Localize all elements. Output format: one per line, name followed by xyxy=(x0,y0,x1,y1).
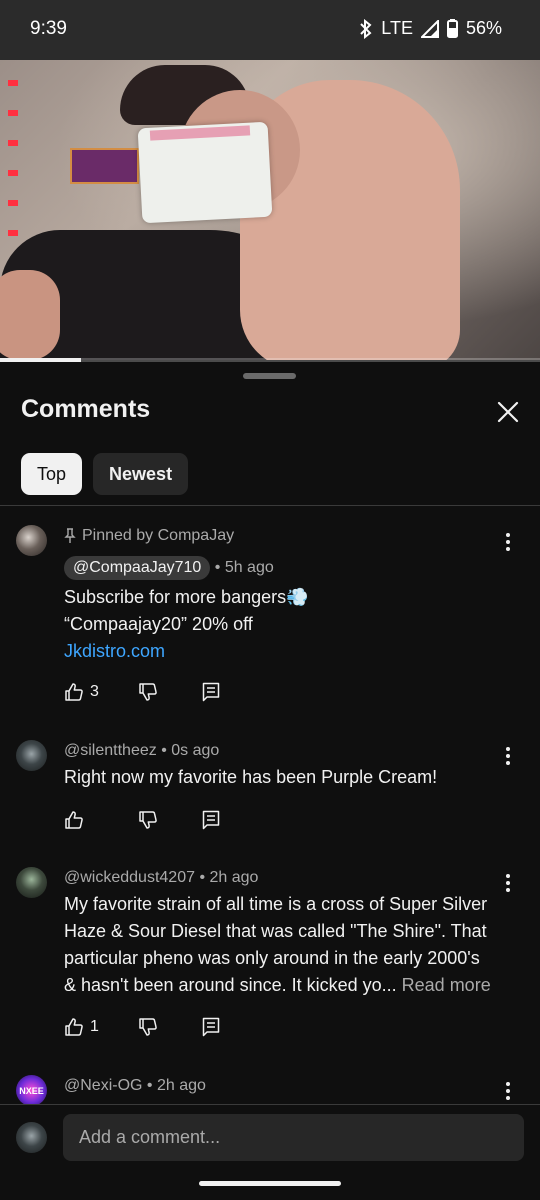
tab-top[interactable]: Top xyxy=(21,453,83,495)
comment-author-handle[interactable]: @wickeddust4207 xyxy=(64,869,195,886)
thumbs-up-icon xyxy=(65,1018,83,1036)
comment-author-handle[interactable]: @CompaaJay710 xyxy=(64,556,211,580)
comment-meta: @silenttheez • 0s ago xyxy=(64,742,219,760)
like-count: 1 xyxy=(90,1018,99,1035)
comment-meta: @Nexi-OG • 2h ago xyxy=(64,1077,206,1095)
meta-separator: • xyxy=(146,1077,157,1094)
video-poster xyxy=(70,148,139,184)
comment-line: Haze & Sour Diesel that was called "The … xyxy=(64,921,487,941)
reply-icon xyxy=(202,810,220,830)
battery-level: 56% xyxy=(465,18,502,38)
comment-line: Subscribe for more bangers💨 xyxy=(64,587,309,607)
video-left-hand xyxy=(0,270,60,360)
like-button[interactable]: 3 xyxy=(64,682,138,702)
comment-actions: 1 xyxy=(64,1017,220,1037)
meta-separator: • xyxy=(199,869,210,886)
signal-icon xyxy=(420,19,439,38)
reply-button[interactable] xyxy=(202,810,220,830)
network-type: LTE xyxy=(381,18,413,38)
like-button[interactable]: 1 xyxy=(64,1017,138,1037)
reply-button[interactable] xyxy=(202,682,220,702)
avatar[interactable] xyxy=(16,525,47,556)
avatar[interactable]: NXEE xyxy=(16,1075,47,1106)
thumbs-down-icon xyxy=(139,683,157,701)
comment-text: Subscribe for more bangers💨 “Compaajay20… xyxy=(64,584,514,665)
meta-separator: • xyxy=(161,742,172,759)
comment-line: & hasn't been around since. It kicked yo… xyxy=(64,972,514,999)
tab-newest[interactable]: Newest xyxy=(93,453,189,495)
video-led-lights xyxy=(8,80,18,240)
comment-line: My favorite strain of all time is a cros… xyxy=(64,894,488,914)
comment-line: Right now my favorite has been Purple Cr… xyxy=(64,767,438,787)
comment-line: particular pheno was only around in the … xyxy=(64,948,480,968)
reply-button[interactable] xyxy=(202,1017,220,1037)
pinned-label: Pinned by CompaJay xyxy=(64,527,234,545)
comment-meta: @wickeddust4207 • 2h ago xyxy=(64,869,258,887)
pin-icon xyxy=(64,528,76,543)
status-time: 9:39 xyxy=(30,18,67,39)
comment-time: 2h ago xyxy=(209,869,259,886)
divider xyxy=(0,505,540,506)
video-player[interactable] xyxy=(0,60,540,360)
add-comment-input[interactable] xyxy=(63,1114,524,1161)
comment-time: 0s ago xyxy=(171,742,220,759)
sort-tabs: Top Newest xyxy=(21,453,189,495)
pinned-text: Pinned by CompaJay xyxy=(82,527,235,544)
read-more-link[interactable]: Read more xyxy=(402,975,491,995)
comment-actions xyxy=(64,810,220,830)
close-icon[interactable] xyxy=(494,398,522,426)
more-options-icon[interactable] xyxy=(498,530,518,554)
status-bar: 9:39 LTE 56% xyxy=(0,0,540,60)
comment-text: Right now my favorite has been Purple Cr… xyxy=(64,764,514,791)
comment-line-text: & hasn't been around since. It kicked yo… xyxy=(64,975,397,995)
comment-link[interactable]: Jkdistro.com xyxy=(64,638,514,665)
reply-icon xyxy=(202,682,220,702)
like-count: 3 xyxy=(90,683,99,700)
comments-sheet: Comments Top Newest Pinned by CompaJay @… xyxy=(0,362,540,1200)
thumbs-down-icon xyxy=(139,1018,157,1036)
home-indicator[interactable] xyxy=(199,1181,341,1186)
thumbs-up-icon xyxy=(65,683,83,701)
more-options-icon[interactable] xyxy=(498,871,518,895)
avatar[interactable] xyxy=(16,867,47,898)
comment-text: My favorite strain of all time is a cros… xyxy=(64,891,514,999)
dislike-button[interactable] xyxy=(138,810,202,830)
sheet-drag-handle[interactable] xyxy=(243,373,296,379)
battery-icon xyxy=(446,19,458,38)
comment-author-handle[interactable]: @Nexi-OG xyxy=(64,1077,142,1094)
comment-line: “Compaajay20” 20% off xyxy=(64,614,253,634)
more-options-icon[interactable] xyxy=(498,1079,518,1103)
comment-time: 5h ago xyxy=(224,559,274,576)
bluetooth-icon xyxy=(360,18,372,39)
comment-time: 2h ago xyxy=(156,1077,206,1094)
like-button[interactable] xyxy=(64,810,138,830)
sheet-title: Comments xyxy=(21,395,151,423)
meta-separator: • xyxy=(214,559,225,576)
status-icons: LTE 56% xyxy=(359,18,502,39)
reply-icon xyxy=(202,1017,220,1037)
more-options-icon[interactable] xyxy=(498,744,518,768)
thumbs-down-icon xyxy=(139,811,157,829)
thumbs-up-icon xyxy=(65,811,83,829)
comment-meta: @CompaaJay710 • 5h ago xyxy=(64,556,274,580)
dislike-button[interactable] xyxy=(138,1017,202,1037)
comment-actions: 3 xyxy=(64,682,220,702)
user-avatar[interactable] xyxy=(16,1122,47,1153)
dislike-button[interactable] xyxy=(138,682,202,702)
comment-author-handle[interactable]: @silenttheez xyxy=(64,742,157,759)
avatar[interactable] xyxy=(16,740,47,771)
